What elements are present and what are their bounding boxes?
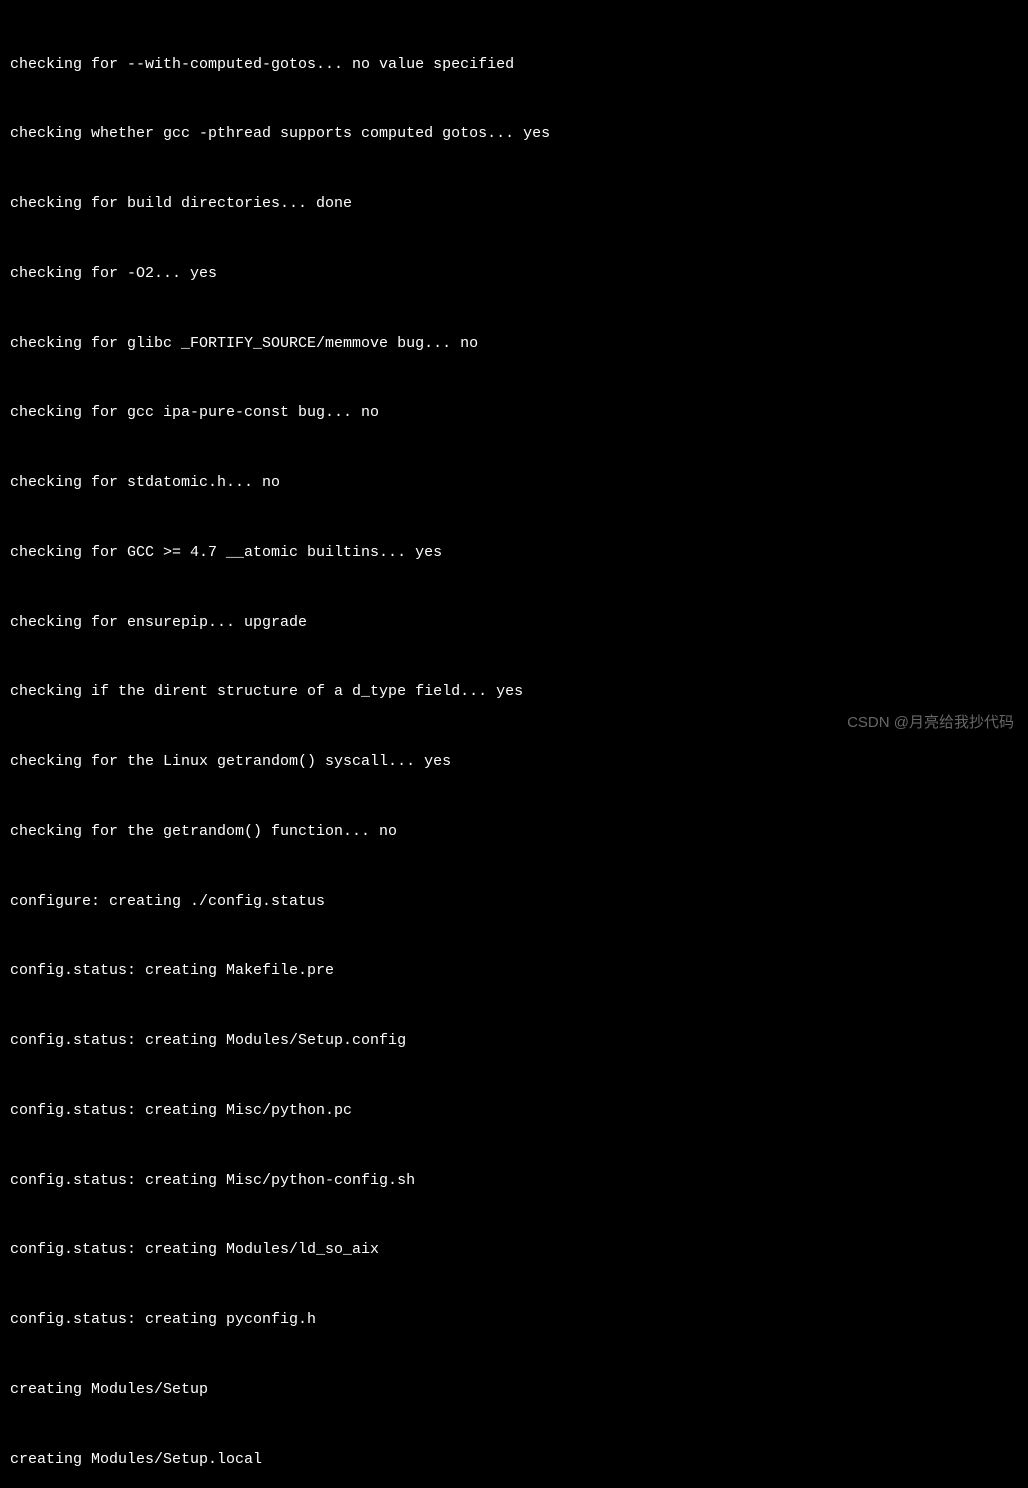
output-line: checking for ensurepip... upgrade	[10, 611, 1018, 634]
terminal-output: checking for --with-computed-gotos... no…	[10, 6, 1018, 1488]
watermark-text: CSDN @月亮给我抄代码	[847, 711, 1014, 734]
output-line: checking for the getrandom() function...…	[10, 820, 1018, 843]
output-line: checking for GCC >= 4.7 __atomic builtin…	[10, 541, 1018, 564]
output-line: config.status: creating Modules/ld_so_ai…	[10, 1238, 1018, 1261]
output-line: checking for glibc _FORTIFY_SOURCE/memmo…	[10, 332, 1018, 355]
output-line: checking for -O2... yes	[10, 262, 1018, 285]
output-line: checking for gcc ipa-pure-const bug... n…	[10, 401, 1018, 424]
output-line: checking whether gcc -pthread supports c…	[10, 122, 1018, 145]
output-line: config.status: creating Modules/Setup.co…	[10, 1029, 1018, 1052]
output-line: creating Modules/Setup.local	[10, 1448, 1018, 1471]
output-line: checking for stdatomic.h... no	[10, 471, 1018, 494]
output-line: config.status: creating Makefile.pre	[10, 959, 1018, 982]
output-line: checking for the Linux getrandom() sysca…	[10, 750, 1018, 773]
output-line: config.status: creating pyconfig.h	[10, 1308, 1018, 1331]
output-line: config.status: creating Misc/python-conf…	[10, 1169, 1018, 1192]
output-line: config.status: creating Misc/python.pc	[10, 1099, 1018, 1122]
output-line: checking if the dirent structure of a d_…	[10, 680, 1018, 703]
output-line: creating Modules/Setup	[10, 1378, 1018, 1401]
output-line: configure: creating ./config.status	[10, 890, 1018, 913]
output-line: checking for --with-computed-gotos... no…	[10, 53, 1018, 76]
output-line: checking for build directories... done	[10, 192, 1018, 215]
